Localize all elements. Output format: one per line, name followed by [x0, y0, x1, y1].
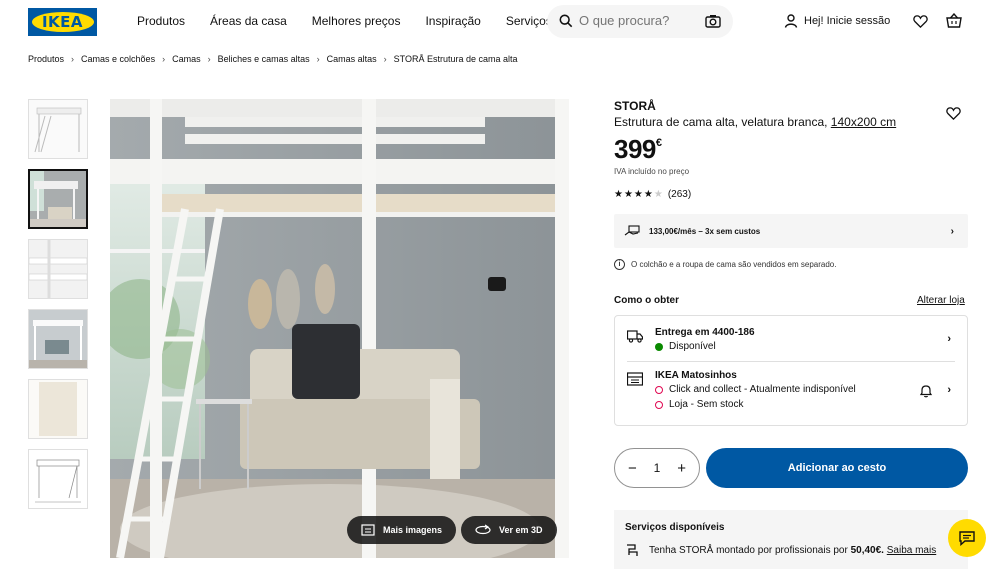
thumbnail-2[interactable] [28, 169, 88, 229]
user-icon [784, 14, 798, 28]
search-bar [547, 5, 733, 38]
chevron-right-icon: › [950, 226, 954, 237]
product-header: STORÅ Estrutura de cama alta, velatura b… [614, 99, 968, 129]
loft-bed-thumbnail-image [29, 100, 87, 158]
product-price: 399€ [614, 134, 662, 164]
camera-search-icon[interactable] [705, 14, 721, 28]
chat-icon [959, 530, 975, 546]
dimensions-thumbnail-image [29, 450, 87, 508]
info-icon: i [614, 259, 625, 270]
more-images-button[interactable]: Mais imagens [347, 516, 457, 544]
loft-bed-room-photo [110, 99, 569, 558]
breadcrumb-item[interactable]: Beliches e camas altas [218, 54, 310, 64]
delivery-status: Disponível [655, 341, 716, 352]
quantity-value[interactable]: 1 [654, 461, 661, 475]
chevron-right-icon: › [71, 54, 75, 64]
learn-more-link[interactable]: Saiba mais [887, 545, 936, 556]
nav-item-produtos[interactable]: Produtos [137, 14, 185, 28]
breadcrumb-item[interactable]: Camas [172, 54, 201, 64]
thumbnail-6[interactable] [28, 449, 88, 509]
chat-button[interactable] [948, 519, 986, 557]
favourites-icon[interactable] [913, 14, 928, 29]
images-icon [361, 524, 375, 536]
rating-stars: ★★★★★ [614, 189, 664, 200]
mattress-notice: i O colchão e a roupa de cama são vendid… [614, 259, 836, 270]
room-thumbnail-image [30, 171, 86, 227]
quantity-stepper: − 1 + [614, 448, 700, 488]
thumbnail-list [28, 99, 88, 519]
search-input[interactable] [579, 13, 699, 28]
main-nav: Produtos Áreas da casa Melhores preços I… [137, 14, 552, 28]
chevron-right-icon: › [316, 54, 320, 64]
services-title: Serviços disponíveis [625, 522, 725, 533]
decrease-quantity-button[interactable]: − [628, 460, 637, 477]
add-to-cart-button[interactable]: Adicionar ao cesto [706, 448, 968, 488]
add-to-favourites-icon[interactable] [946, 106, 961, 121]
store-title: IKEA Matosinhos [655, 370, 737, 381]
delivery-title: Entrega em 4400-186 [655, 327, 755, 338]
availability-card: Entrega em 4400-186 Disponível › IKEA Ma… [614, 315, 968, 426]
financing-banner[interactable]: 133,00€/mês – 3x sem custos › [614, 214, 968, 248]
services-panel: Serviços disponíveis Tenha STORÅ montado… [614, 510, 968, 569]
payment-hand-icon [624, 225, 640, 236]
ikea-logo[interactable]: IKEA [28, 8, 97, 36]
vat-note: IVA incluído no preço [614, 167, 690, 176]
unavailable-dot [655, 385, 663, 394]
product-size-link[interactable]: 140x200 cm [831, 115, 896, 129]
breadcrumb-item[interactable]: Camas e colchões [81, 54, 155, 64]
wood-texture-thumbnail-image [29, 380, 87, 438]
login-link[interactable]: Hej! Inicie sessão [784, 14, 890, 28]
nav-item-areas[interactable]: Áreas da casa [210, 14, 287, 28]
login-label: Hej! Inicie sessão [804, 15, 891, 27]
3d-icon [475, 524, 491, 535]
room-view-thumbnail-image [29, 310, 87, 368]
store-icon [627, 372, 643, 386]
breadcrumb-current: STORÅ Estrutura de cama alta [393, 54, 518, 64]
chevron-right-icon: › [207, 54, 211, 64]
product-main-image[interactable] [110, 99, 569, 558]
nav-item-inspiracao[interactable]: Inspiração [425, 14, 480, 28]
thumbnail-5[interactable] [28, 379, 88, 439]
financing-text: 133,00€/mês – 3x sem custos [649, 226, 761, 236]
breadcrumb: Produtos › Camas e colchões › Camas › Belic… [28, 54, 518, 64]
thumbnail-3[interactable] [28, 239, 88, 299]
delivery-row[interactable]: Entrega em 4400-186 Disponível › [627, 327, 955, 362]
currency-symbol: € [655, 137, 662, 149]
unavailable-dot [655, 400, 663, 409]
basket-icon[interactable] [946, 13, 962, 29]
chevron-right-icon: › [383, 54, 387, 64]
assembly-icon [627, 544, 638, 556]
product-description: Estrutura de cama alta, velatura branca,… [614, 115, 897, 129]
nav-item-melhores-precos[interactable]: Melhores preços [312, 14, 401, 28]
view-3d-button[interactable]: Ver em 3D [461, 516, 557, 544]
chevron-right-icon: › [162, 54, 166, 64]
breadcrumb-item[interactable]: Camas altas [327, 54, 377, 64]
change-store-link[interactable]: Alterar loja [917, 295, 965, 306]
assembly-service-row: Tenha STORÅ montado por profissionais po… [625, 543, 936, 557]
breadcrumb-item[interactable]: Produtos [28, 54, 64, 64]
thumbnail-4[interactable] [28, 309, 88, 369]
bell-icon[interactable] [919, 384, 933, 398]
product-rating[interactable]: ★★★★★ (263) [614, 189, 691, 200]
bed-detail-thumbnail-image [29, 240, 87, 298]
site-header: IKEA Produtos Áreas da casa Melhores pre… [0, 0, 1000, 44]
click-collect-status: Click and collect - Atualmente indisponí… [655, 384, 856, 395]
assembly-price: 50,40€. [850, 544, 884, 556]
search-icon[interactable] [559, 14, 573, 28]
available-dot [655, 342, 663, 351]
nav-item-servicos[interactable]: Serviços [506, 14, 552, 28]
how-to-get-title: Como o obter [614, 295, 679, 306]
review-count: (263) [667, 189, 692, 200]
thumbnail-1[interactable] [28, 99, 88, 159]
truck-icon [627, 330, 643, 343]
increase-quantity-button[interactable]: + [677, 460, 686, 477]
chevron-right-icon: › [947, 333, 951, 345]
product-name: STORÅ [614, 99, 656, 113]
chevron-right-icon: › [947, 384, 951, 396]
store-stock-status: Loja - Sem stock [655, 399, 743, 410]
